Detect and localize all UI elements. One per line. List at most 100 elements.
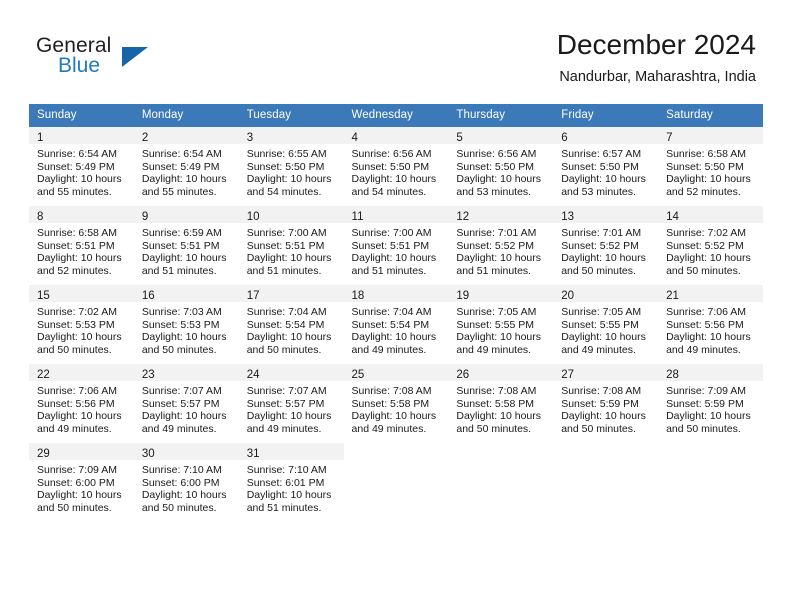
day-detail: Sunrise: 6:55 AM Sunset: 5:50 PM Daylight:…	[239, 144, 344, 198]
calendar-day-cell[interactable]: 24 Sunrise: 7:07 AM Sunset: 5:57 PM Dayligh…	[238, 363, 344, 443]
day-number: 16	[141, 290, 155, 302]
day-number-band: 16	[133, 285, 239, 302]
daylight-text-line2: and 55 minutes.	[37, 185, 112, 198]
day-number: 13	[561, 211, 575, 223]
day-detail: Sunrise: 7:02 AM Sunset: 5:53 PM Daylight:…	[29, 302, 134, 356]
day-cell-inner: 31 Sunrise: 7:10 AM Sunset: 6:01 PM Dayligh…	[238, 443, 344, 521]
day-number-band: 8	[29, 206, 134, 223]
daylight-text-line2: and 49 minutes.	[666, 343, 741, 356]
day-number-band: 9	[133, 206, 239, 223]
day-number: 15	[37, 290, 50, 302]
day-number: 29	[37, 448, 50, 460]
generalblue-logo[interactable]: General Blue	[36, 34, 216, 90]
calendar-day-cell[interactable]: 22 Sunrise: 7:06 AM Sunset: 5:56 PM Dayligh…	[29, 363, 134, 443]
weekday-header-monday: Monday	[133, 104, 239, 127]
calendar-day-cell[interactable]: 2 Sunrise: 6:54 AM Sunset: 5:49 PM Daylight…	[133, 126, 239, 206]
sunset-text: Sunset: 5:55 PM	[561, 318, 639, 331]
day-detail: Sunrise: 6:54 AM Sunset: 5:49 PM Daylight:…	[29, 144, 134, 198]
day-number-band: 31	[238, 443, 344, 460]
calendar-week-row: 1 Sunrise: 6:54 AM Sunset: 5:49 PM Daylight…	[29, 126, 763, 206]
day-number: 11	[351, 211, 364, 223]
calendar-day-cell[interactable]: 9 Sunrise: 6:59 AM Sunset: 5:51 PM Daylight…	[133, 205, 239, 285]
sunset-text: Sunset: 5:50 PM	[666, 160, 744, 173]
sunrise-text: Sunrise: 6:54 AM	[141, 148, 222, 160]
sunset-text: Sunset: 5:51 PM	[37, 239, 115, 252]
daylight-text-line2: and 50 minutes.	[37, 343, 112, 356]
calendar-day-cell[interactable]: 29 Sunrise: 7:09 AM Sunset: 6:00 PM Dayligh…	[29, 442, 134, 522]
day-number: 2	[141, 132, 149, 144]
calendar-day-cell[interactable]: 4 Sunrise: 6:56 AM Sunset: 5:50 PM Daylight…	[343, 126, 449, 206]
daylight-text-line2: and 52 minutes.	[666, 185, 741, 198]
sunrise-text: Sunrise: 7:06 AM	[666, 306, 747, 318]
sunrise-text: Sunrise: 7:10 AM	[246, 464, 327, 476]
day-cell-inner: 2 Sunrise: 6:54 AM Sunset: 5:49 PM Daylight…	[133, 127, 239, 205]
calendar-day-cell[interactable]: 1 Sunrise: 6:54 AM Sunset: 5:49 PM Daylight…	[29, 126, 134, 206]
daylight-text-line2: and 50 minutes.	[666, 422, 741, 435]
day-number: 9	[141, 211, 149, 223]
daylight-text-line2: and 53 minutes.	[456, 185, 532, 198]
calendar-day-cell[interactable]: 23 Sunrise: 7:07 AM Sunset: 5:57 PM Dayligh…	[133, 363, 239, 443]
day-cell-inner: 30 Sunrise: 7:10 AM Sunset: 6:00 PM Dayligh…	[133, 443, 239, 521]
calendar-day-cell[interactable]: 7 Sunrise: 6:58 AM Sunset: 5:50 PM Daylight…	[658, 126, 763, 206]
calendar-day-cell[interactable]: 8 Sunrise: 6:58 AM Sunset: 5:51 PM Daylight…	[29, 205, 134, 285]
daylight-text-line1: Daylight: 10 hours	[351, 410, 437, 423]
calendar-day-cell[interactable]: 14 Sunrise: 7:02 AM Sunset: 5:52 PM Dayligh…	[658, 205, 763, 285]
calendar-day-cell[interactable]: 26 Sunrise: 7:08 AM Sunset: 5:58 PM Dayligh…	[448, 363, 554, 443]
sunrise-text: Sunrise: 6:54 AM	[37, 148, 117, 160]
sunrise-text: Sunrise: 7:05 AM	[456, 306, 537, 318]
sunset-text: Sunset: 6:00 PM	[37, 476, 115, 489]
sunset-text: Sunset: 5:51 PM	[246, 239, 325, 252]
calendar-day-cell[interactable]: 13 Sunrise: 7:01 AM Sunset: 5:52 PM Dayligh…	[553, 205, 659, 285]
daylight-text-line1: Daylight: 10 hours	[666, 410, 751, 423]
calendar-day-cell[interactable]: 30 Sunrise: 7:10 AM Sunset: 6:00 PM Dayligh…	[133, 442, 239, 522]
calendar-day-cell[interactable]: 31 Sunrise: 7:10 AM Sunset: 6:01 PM Dayligh…	[238, 442, 344, 522]
daylight-text-line1: Daylight: 10 hours	[351, 252, 437, 265]
calendar-day-cell[interactable]: 11 Sunrise: 7:00 AM Sunset: 5:51 PM Dayligh…	[343, 205, 449, 285]
daylight-text-line2: and 53 minutes.	[561, 185, 636, 198]
daylight-text-line2: and 49 minutes.	[561, 343, 636, 356]
daylight-text-line1: Daylight: 10 hours	[351, 173, 437, 186]
sunrise-text: Sunrise: 7:00 AM	[351, 227, 432, 239]
day-cell-inner: 8 Sunrise: 6:58 AM Sunset: 5:51 PM Daylight…	[29, 206, 134, 284]
calendar-day-cell[interactable]: 28 Sunrise: 7:09 AM Sunset: 5:59 PM Dayligh…	[658, 363, 763, 443]
daylight-text-line1: Daylight: 10 hours	[561, 252, 646, 265]
daylight-text-line1: Daylight: 10 hours	[246, 489, 332, 502]
calendar-day-cell[interactable]: 18 Sunrise: 7:04 AM Sunset: 5:54 PM Dayligh…	[343, 284, 449, 364]
sunrise-text: Sunrise: 6:56 AM	[351, 148, 432, 160]
day-detail: Sunrise: 6:59 AM Sunset: 5:51 PM Daylight:…	[134, 223, 239, 277]
daylight-text-line2: and 50 minutes.	[141, 501, 217, 514]
day-number: 14	[666, 211, 679, 223]
calendar-day-cell[interactable]: 25 Sunrise: 7:08 AM Sunset: 5:58 PM Dayligh…	[343, 363, 449, 443]
calendar-day-cell[interactable]: 5 Sunrise: 6:56 AM Sunset: 5:50 PM Daylight…	[448, 126, 554, 206]
day-cell-inner: 15 Sunrise: 7:02 AM Sunset: 5:53 PM Dayligh…	[29, 285, 134, 363]
calendar-day-cell[interactable]: 21 Sunrise: 7:06 AM Sunset: 5:56 PM Dayligh…	[658, 284, 763, 364]
sunrise-text: Sunrise: 7:07 AM	[246, 385, 327, 397]
day-detail: Sunrise: 7:10 AM Sunset: 6:01 PM Daylight:…	[239, 460, 344, 514]
day-cell-inner: 12 Sunrise: 7:01 AM Sunset: 5:52 PM Dayligh…	[448, 206, 554, 284]
calendar-day-cell[interactable]: 16 Sunrise: 7:03 AM Sunset: 5:53 PM Dayligh…	[133, 284, 239, 364]
sunset-text: Sunset: 5:50 PM	[561, 160, 639, 173]
calendar-day-cell[interactable]: 27 Sunrise: 7:08 AM Sunset: 5:59 PM Dayligh…	[553, 363, 659, 443]
calendar-day-cell[interactable]: 12 Sunrise: 7:01 AM Sunset: 5:52 PM Dayligh…	[448, 205, 554, 285]
calendar-day-cell[interactable]: 3 Sunrise: 6:55 AM Sunset: 5:50 PM Daylight…	[238, 126, 344, 206]
day-cell-inner: 13 Sunrise: 7:01 AM Sunset: 5:52 PM Dayligh…	[553, 206, 659, 284]
daylight-text-line1: Daylight: 10 hours	[456, 252, 542, 265]
day-number: 18	[351, 290, 365, 302]
calendar-day-cell[interactable]: 19 Sunrise: 7:05 AM Sunset: 5:55 PM Dayligh…	[448, 284, 554, 364]
sunrise-text: Sunrise: 6:58 AM	[666, 148, 747, 160]
daylight-text-line2: and 51 minutes.	[141, 264, 217, 277]
sunrise-text: Sunrise: 7:01 AM	[561, 227, 642, 239]
calendar-day-cell[interactable]: 10 Sunrise: 7:00 AM Sunset: 5:51 PM Dayligh…	[238, 205, 344, 285]
calendar-day-cell[interactable]: 6 Sunrise: 6:57 AM Sunset: 5:50 PM Daylight…	[553, 126, 659, 206]
sunrise-text: Sunrise: 7:08 AM	[456, 385, 537, 397]
calendar-day-cell[interactable]: 15 Sunrise: 7:02 AM Sunset: 5:53 PM Dayligh…	[29, 284, 134, 364]
sunset-text: Sunset: 5:54 PM	[351, 318, 430, 331]
daylight-text-line1: Daylight: 10 hours	[351, 331, 437, 344]
day-cell-inner: 26 Sunrise: 7:08 AM Sunset: 5:58 PM Dayligh…	[448, 364, 554, 442]
calendar-day-cell[interactable]: 20 Sunrise: 7:05 AM Sunset: 5:55 PM Dayligh…	[553, 284, 659, 364]
calendar-body: 1 Sunrise: 6:54 AM Sunset: 5:49 PM Daylight…	[29, 126, 763, 522]
weekday-header-wednesday: Wednesday	[343, 104, 449, 127]
day-number: 30	[141, 448, 155, 460]
calendar-day-cell[interactable]: 17 Sunrise: 7:04 AM Sunset: 5:54 PM Dayligh…	[238, 284, 344, 364]
day-number-band: 5	[448, 127, 554, 144]
